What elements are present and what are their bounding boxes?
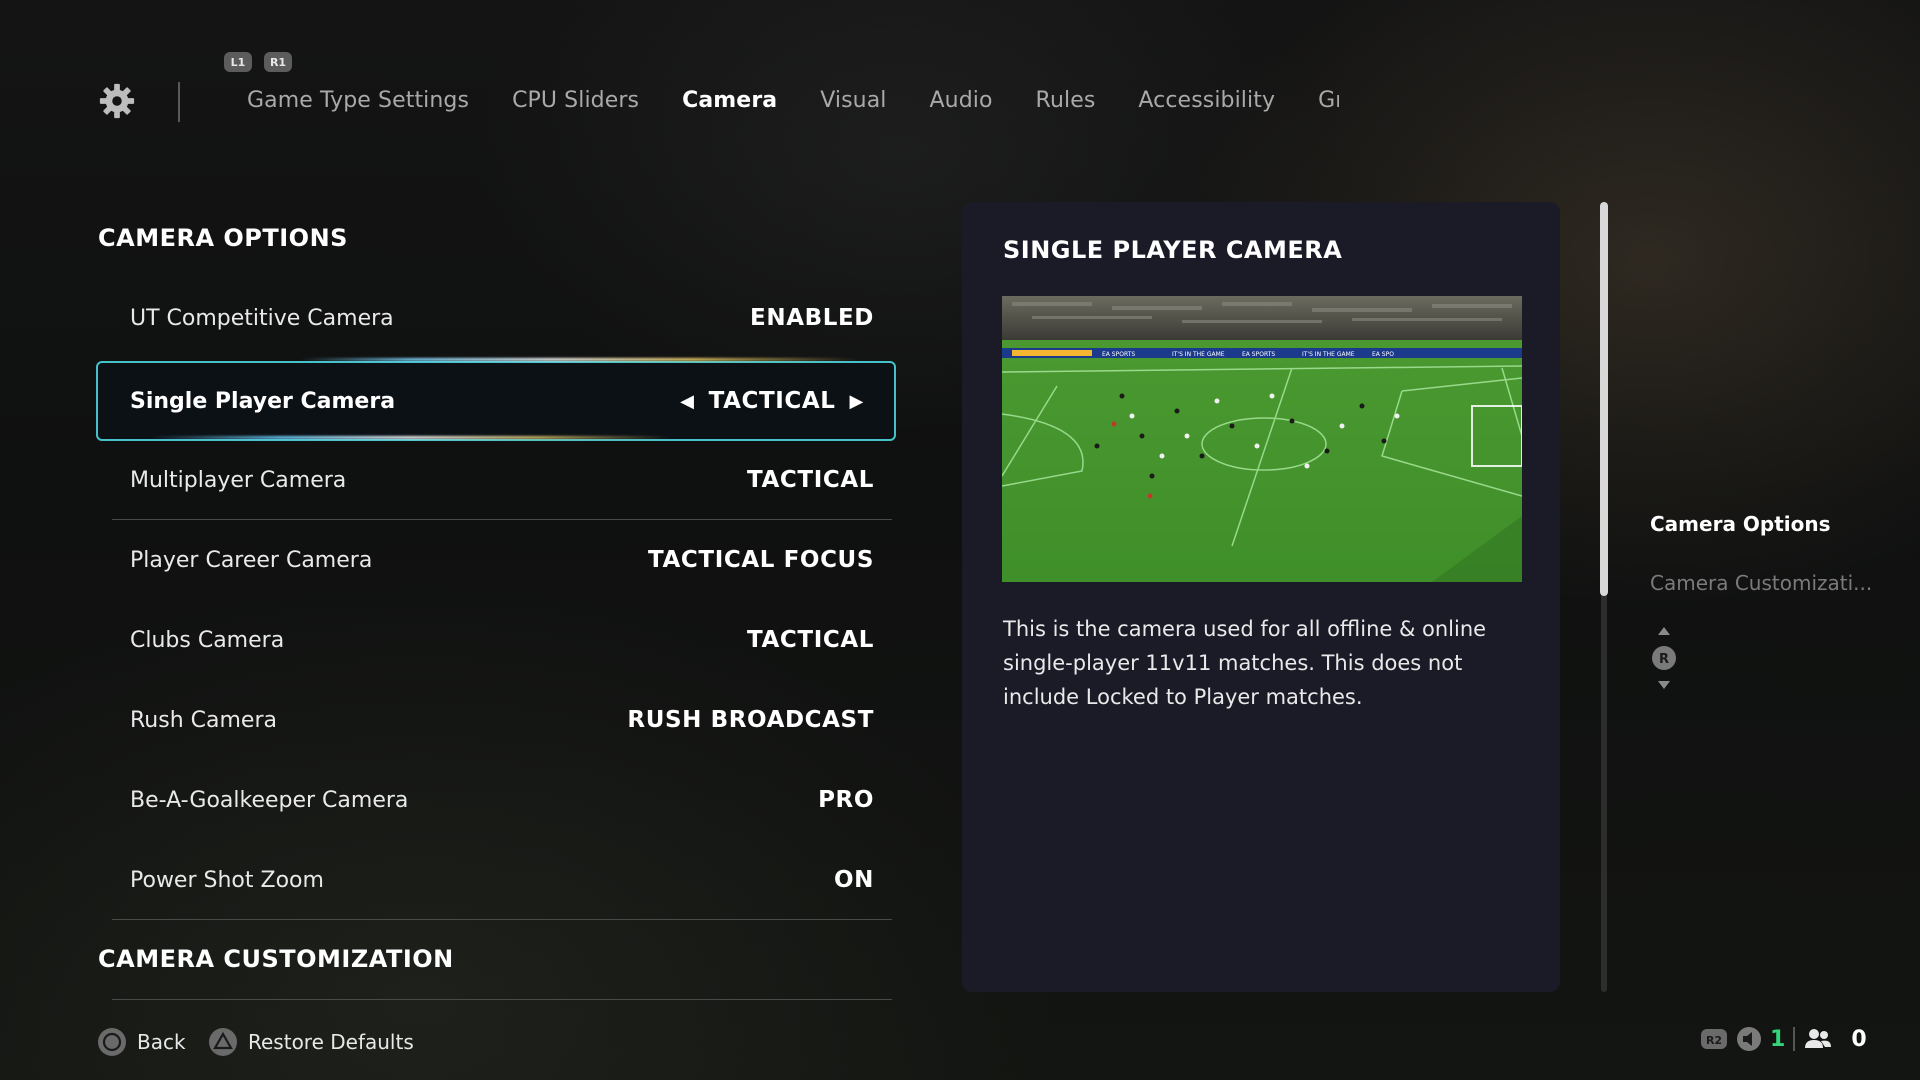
friends-count: 0 bbox=[1851, 1026, 1867, 1052]
camera-customization-heading: CAMERA CUSTOMIZATION bbox=[98, 945, 454, 973]
option-row-power-shot-zoom[interactable]: Power Shot Zoom ON bbox=[112, 840, 892, 920]
r2-label: R2 bbox=[1706, 1034, 1722, 1047]
camera-options-heading: CAMERA OPTIONS bbox=[98, 224, 348, 252]
tab-cpu-sliders[interactable]: CPU Sliders bbox=[512, 88, 639, 113]
option-row-rush-camera[interactable]: Rush Camera RUSH BROADCAST bbox=[112, 680, 892, 760]
r-stick-icon: R bbox=[1652, 627, 1676, 689]
info-panel-description: This is the camera used for all offline … bbox=[1003, 617, 1487, 709]
circle-button-icon bbox=[98, 1028, 126, 1056]
header-divider bbox=[178, 82, 180, 122]
restore-defaults-action[interactable]: Restore Defaults bbox=[208, 1026, 414, 1058]
r2-button-icon: R2 bbox=[1701, 1029, 1727, 1049]
gear-icon[interactable] bbox=[98, 82, 136, 120]
option-value: TACTICAL FOCUS bbox=[648, 547, 874, 573]
camera-preview-image: EA SPORTS IT'S IN THE GAME EA SPORTS IT'S … bbox=[1002, 296, 1522, 582]
r-stick-label: R bbox=[1659, 652, 1669, 667]
option-label: Be-A-Goalkeeper Camera bbox=[130, 787, 409, 813]
svg-text:EA SPORTS: EA SPORTS bbox=[1102, 351, 1135, 358]
tab-visual[interactable]: Visual bbox=[820, 88, 886, 113]
nav-camera-options[interactable]: Camera Options bbox=[1650, 512, 1831, 536]
arrow-right-icon[interactable]: ▶ bbox=[850, 391, 864, 412]
friends-icon bbox=[1805, 1029, 1832, 1048]
arrow-left-icon[interactable]: ◀ bbox=[680, 391, 694, 412]
tab-bar: Game Type Settings CPU Sliders Camera Visua… bbox=[247, 88, 1339, 120]
back-action[interactable]: Back bbox=[97, 1026, 186, 1058]
option-value: TACTICAL bbox=[747, 627, 874, 653]
svg-text:IT'S IN THE GAME: IT'S IN THE GAME bbox=[1172, 351, 1225, 358]
selection-glow bbox=[300, 358, 860, 361]
option-value: TACTICAL bbox=[708, 388, 836, 414]
option-label: Rush Camera bbox=[130, 707, 277, 733]
status-indicators: R2 1 0 bbox=[1700, 1024, 1867, 1054]
tab-graphics[interactable]: Graphic bbox=[1318, 88, 1339, 113]
option-label: Clubs Camera bbox=[130, 627, 285, 653]
info-panel-title: SINGLE PLAYER CAMERA bbox=[1003, 236, 1343, 264]
option-row-single-player-camera[interactable]: Single Player Camera ◀ TACTICAL ▶ bbox=[96, 361, 896, 441]
option-row-be-a-goalkeeper-camera[interactable]: Be-A-Goalkeeper Camera PRO bbox=[112, 760, 892, 840]
option-label: Power Shot Zoom bbox=[130, 867, 324, 893]
tab-rules[interactable]: Rules bbox=[1036, 88, 1096, 113]
r1-button-icon: R1 bbox=[264, 52, 292, 72]
triangle-button-icon bbox=[209, 1028, 237, 1056]
back-label: Back bbox=[137, 1030, 186, 1054]
row-divider bbox=[112, 919, 892, 920]
speaker-icon bbox=[1737, 1027, 1761, 1051]
option-label: UT Competitive Camera bbox=[130, 305, 394, 331]
option-label: Player Career Camera bbox=[130, 547, 373, 573]
tab-game-type-settings[interactable]: Game Type Settings bbox=[247, 88, 469, 113]
svg-text:IT'S IN THE GAME: IT'S IN THE GAME bbox=[1302, 351, 1355, 358]
scrollbar-thumb[interactable] bbox=[1600, 202, 1608, 596]
option-label: Single Player Camera bbox=[130, 388, 396, 414]
tab-audio[interactable]: Audio bbox=[930, 88, 993, 113]
nav-camera-customization[interactable]: Camera Customizati... bbox=[1650, 571, 1872, 595]
option-row-multiplayer-camera[interactable]: Multiplayer Camera TACTICAL bbox=[112, 440, 892, 520]
option-value: PRO bbox=[818, 787, 874, 813]
tab-camera[interactable]: Camera bbox=[682, 88, 777, 113]
option-value: ON bbox=[833, 867, 874, 893]
muted-count: 1 bbox=[1770, 1026, 1786, 1052]
option-row-clubs-camera[interactable]: Clubs Camera TACTICAL bbox=[112, 600, 892, 680]
l1-button-icon: L1 bbox=[224, 52, 252, 72]
option-row-ut-competitive-camera[interactable]: UT Competitive Camera ENABLED bbox=[112, 278, 892, 358]
selection-glow bbox=[150, 436, 670, 439]
row-divider bbox=[112, 999, 892, 1000]
restore-defaults-label: Restore Defaults bbox=[248, 1030, 414, 1054]
status-divider bbox=[1793, 1027, 1796, 1051]
option-value: RUSH BROADCAST bbox=[627, 707, 874, 733]
option-row-player-career-camera[interactable]: Player Career Camera TACTICAL FOCUS bbox=[112, 520, 892, 600]
option-value: ENABLED bbox=[750, 305, 874, 331]
svg-text:EA SPORTS: EA SPORTS bbox=[1242, 351, 1275, 358]
tab-accessibility[interactable]: Accessibility bbox=[1138, 88, 1275, 113]
svg-text:EA SPO: EA SPO bbox=[1372, 351, 1394, 358]
option-label: Multiplayer Camera bbox=[130, 467, 347, 493]
option-value: TACTICAL bbox=[747, 467, 874, 493]
